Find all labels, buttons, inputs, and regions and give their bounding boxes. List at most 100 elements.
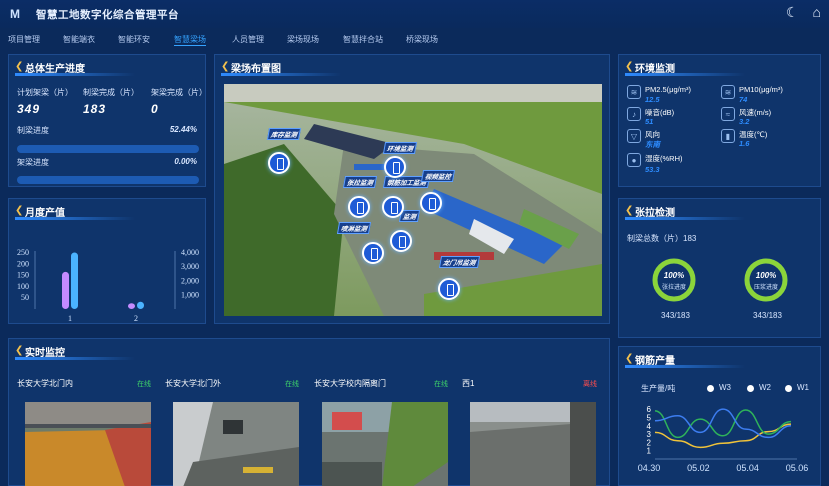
top-bar: M 智慧工地数字化综合管理平台 ☾ ⌂	[0, 0, 829, 28]
map-node-icon[interactable]	[268, 152, 290, 174]
bar-series-2	[137, 301, 144, 309]
tension-panel: ❮ 张拉检测 制梁总数（片）183 100% 张拉进度 100% 压浆进度 343…	[618, 198, 821, 338]
noise-icon: ♪	[627, 107, 641, 121]
map-tag-video[interactable]: 视频监控	[420, 170, 456, 182]
chevron-left-icon: ❮	[625, 205, 634, 216]
legend-w1: W1	[797, 383, 809, 392]
y-left-tick: 200	[17, 259, 29, 268]
tab-mixing-station[interactable]: 智慧拌合站	[343, 34, 383, 45]
map-tag-inventory[interactable]: 库存监测	[266, 128, 302, 140]
site-aerial-image	[224, 84, 602, 316]
y-right-tick: 1,000	[181, 291, 199, 300]
ring-pct: 100%	[756, 271, 776, 280]
bar-series-1	[128, 303, 135, 309]
home-icon[interactable]: ⌂	[813, 4, 821, 21]
ring-count: 343/183	[661, 311, 690, 320]
chevron-left-icon: ❮	[221, 61, 230, 72]
erect-progress-label: 架梁进度	[17, 158, 49, 167]
map-node-icon[interactable]	[384, 156, 406, 178]
env-value: 53.3	[645, 165, 660, 174]
env-value: 东南	[645, 140, 660, 149]
chevron-left-icon: ❮	[15, 61, 24, 72]
humidity-icon: ●	[627, 153, 641, 167]
map-node-icon[interactable]	[438, 278, 460, 300]
cam-status: 在线	[434, 381, 448, 388]
app-title: 智慧工地数字化综合管理平台	[36, 8, 179, 21]
tab-beam-site[interactable]: 梁场现场	[287, 34, 319, 45]
env-value: 12.5	[645, 95, 660, 104]
make-progress-value: 52.44%	[169, 125, 197, 134]
x-tick: 2	[134, 314, 138, 323]
progress-panel: ❮ 总体生产进度 计划架梁（片） 制梁完成（片） 架梁完成（片） 349 183 …	[8, 54, 207, 187]
nav-tabs: 项目管理 智能端衣 智能环安 智慧梁场 人员管理 梁场现场 智慧拌合站 桥梁现场	[0, 34, 829, 48]
wind-speed-icon: ≈	[721, 107, 735, 121]
camera-feed[interactable]	[322, 402, 448, 486]
moon-icon[interactable]: ☾	[786, 4, 799, 21]
map-node-icon[interactable]	[362, 242, 384, 264]
dust-icon: ≋	[721, 85, 735, 99]
tension-rings: 100% 张拉进度 100% 压浆进度	[652, 258, 788, 302]
made-label: 制梁完成（片）	[83, 88, 139, 97]
thermometer-icon: ▮	[721, 129, 735, 143]
cam-name: 长安大学北门内	[17, 379, 73, 388]
ring-count: 343/183	[753, 311, 782, 320]
camera-feed[interactable]	[470, 402, 596, 486]
erect-progress-value: 0.00%	[174, 157, 197, 166]
tab-smart-1[interactable]: 智能端衣	[63, 34, 95, 45]
y-right-tick: 4,000	[181, 248, 199, 257]
cam-status: 在线	[137, 381, 151, 388]
chevron-left-icon: ❮	[15, 205, 24, 216]
make-progress-bar	[17, 145, 199, 153]
legend-w2: W2	[759, 383, 771, 392]
wind-direction-icon: ▽	[627, 129, 641, 143]
env-value: 51	[645, 117, 654, 126]
y-tick: 1	[647, 447, 652, 456]
camera-feed[interactable]	[173, 402, 299, 486]
ring-label: 张拉进度	[662, 283, 686, 291]
y-right-tick: 2,000	[181, 276, 199, 285]
steel-panel: ❮ 钢筋产量 生产量/吨 W3 W2 W1 6 5 4 3 2 1 04.30 05.02 05.…	[618, 346, 821, 486]
monthly-panel: ❮ 月度产值 250 200 150 100 50 4,000 3,000 2,000 1,000…	[8, 198, 206, 324]
env-panel: ❮ 环境监测 ≋ PM2.5(μg/m³) 12.5 ≋ PM10(μg/m³) …	[618, 54, 821, 187]
chevron-left-icon: ❮	[15, 345, 24, 356]
tab-beam-yard[interactable]: 智慧梁场	[174, 34, 206, 46]
steel-line-chart: 65432104.30 05.02 05.04 05.06	[638, 405, 809, 473]
y-right-tick: 3,000	[181, 262, 199, 271]
site-map[interactable]: 库存监测 环境监测 张拉监测 钢筋加工监测 视频监控 监测 喷淋监测 龙门吊监测	[224, 84, 602, 316]
cam-name: 长安大学北门外	[165, 379, 221, 388]
erected-label: 架梁完成（片）	[151, 88, 207, 97]
legend-dot-w2	[747, 385, 754, 392]
tab-smart-safety[interactable]: 智能环安	[118, 34, 150, 45]
env-value: 74	[739, 95, 748, 104]
camera-feed[interactable]	[25, 402, 151, 486]
map-tag-tension[interactable]: 张拉监测	[342, 176, 378, 188]
ring-grouting: 100% 压浆进度	[744, 258, 788, 302]
y-left-tick: 150	[17, 271, 29, 280]
map-node-icon[interactable]	[348, 196, 370, 218]
tab-project[interactable]: 项目管理	[8, 34, 40, 45]
dust-icon: ≋	[627, 85, 641, 99]
tab-bridge-site[interactable]: 桥梁现场	[406, 34, 438, 45]
env-label: 湿度(%RH)	[645, 154, 683, 163]
map-tag-spray[interactable]: 喷淋监测	[336, 222, 372, 234]
map-tag-gantry[interactable]: 龙门吊监测	[438, 256, 480, 268]
y-left-tick: 50	[21, 293, 29, 302]
env-label: PM10(μg/m³)	[739, 85, 783, 94]
cam-name: 西1	[462, 379, 475, 388]
cam-name: 长安大学校内隔离门	[314, 379, 386, 388]
map-node-icon[interactable]	[382, 196, 404, 218]
map-node-icon[interactable]	[390, 230, 412, 252]
tab-personnel[interactable]: 人员管理	[232, 34, 264, 45]
map-tag-environment[interactable]: 环境监测	[382, 142, 418, 154]
env-value: 1.6	[739, 139, 750, 148]
app-logo: M	[10, 7, 20, 21]
ring-pct: 100%	[664, 271, 684, 280]
chevron-left-icon: ❮	[625, 61, 634, 72]
x-tick: 1	[68, 314, 72, 323]
env-value: 3.2	[739, 117, 750, 126]
map-node-icon[interactable]	[420, 192, 442, 214]
beam-total: 制梁总数（片）183	[627, 234, 697, 243]
env-label: PM2.5(μg/m³)	[645, 85, 691, 94]
cam-status: 离线	[583, 381, 597, 388]
x-tick: 04.30	[638, 463, 661, 473]
